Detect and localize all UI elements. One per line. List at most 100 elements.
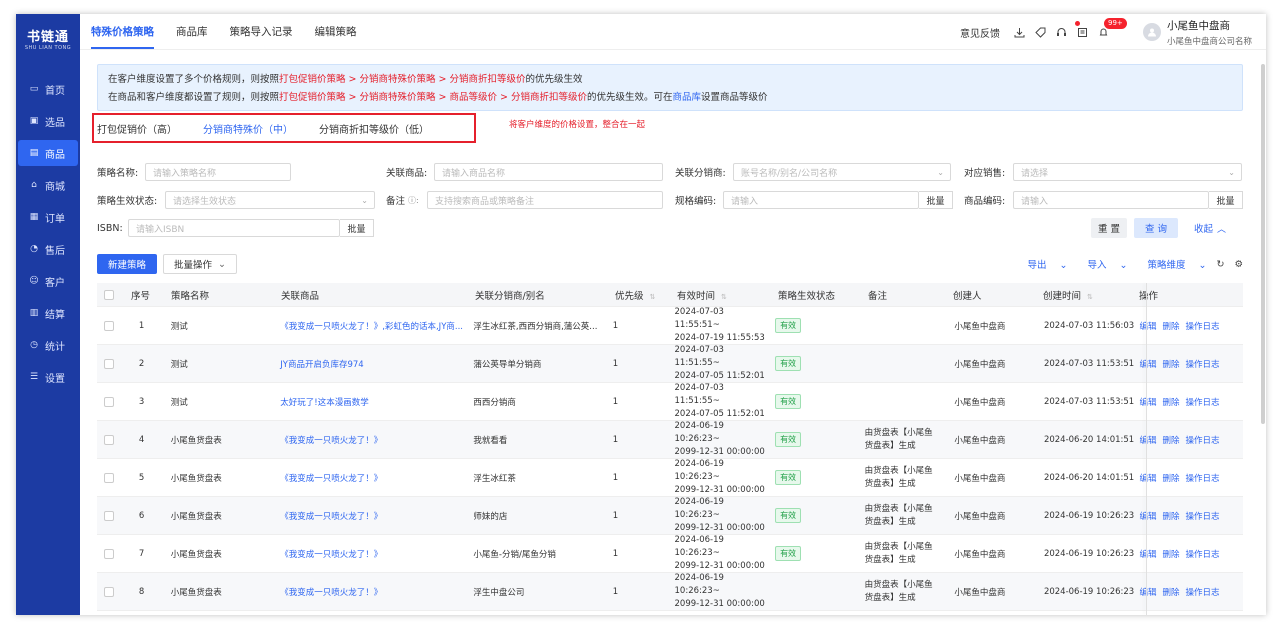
priority-mid[interactable]: 分销商特殊价（中） <box>203 121 293 136</box>
query-button[interactable]: 查 询 <box>1134 218 1178 238</box>
reset-button[interactable]: 重 置 <box>1091 218 1127 238</box>
sales-select[interactable]: 请选择 ⌄ <box>1013 163 1242 181</box>
edit-button[interactable]: 编辑 <box>1140 322 1157 332</box>
log-button[interactable]: 操作日志 <box>1186 512 1220 522</box>
sidebar-item[interactable]: ▦ 订单 <box>18 204 78 230</box>
spec-code-input[interactable]: 请输入 <box>723 191 919 209</box>
table-row[interactable]: 2 测试 JY商品开启负库存974 蒲公英导单分销商 1 2024-07-03 11:51… <box>97 345 1243 383</box>
row-checkbox[interactable] <box>104 320 114 331</box>
row-checkbox[interactable] <box>104 358 114 369</box>
tab[interactable]: 商品库 <box>176 14 208 49</box>
tab[interactable]: 策略导入记录 <box>230 14 293 49</box>
row-checkbox[interactable] <box>104 472 114 483</box>
log-button[interactable]: 操作日志 <box>1186 322 1220 332</box>
column-header-label: 有效时间 <box>677 290 716 302</box>
tag-icon[interactable] <box>1035 27 1046 38</box>
spec-batch-button[interactable]: 批量 <box>919 191 953 209</box>
sort-icon[interactable]: ⇅ <box>1087 293 1093 301</box>
sidebar-item[interactable]: ◔ 售后 <box>18 236 78 262</box>
table-row[interactable]: 5 小尾鱼货盘表 《我变成一只喷火龙了！》 浮生冰红茶 1 2024-06-19 10:2… <box>97 459 1243 497</box>
goods-library-link[interactable]: 商品库 <box>673 92 702 103</box>
table-row[interactable]: 1 测试 《我变成一只喷火龙了！》,彩虹色的话本,JY商... 浮生冰红茶,西西分销商… <box>97 307 1243 345</box>
goods-link[interactable]: 《我变成一只喷火龙了！》 <box>280 512 382 522</box>
row-checkbox[interactable] <box>104 548 114 559</box>
sidebar-item[interactable]: ⌂ 商城 <box>18 172 78 198</box>
sort-icon[interactable]: ⇅ <box>650 293 656 301</box>
user-menu[interactable]: 小尾鱼中盘商 小尾鱼中盘商公司名称 <box>1142 18 1252 47</box>
goods-link[interactable]: 太好玩了!这本漫画数学 <box>280 398 368 408</box>
delete-button[interactable]: 删除 <box>1163 360 1180 370</box>
feedback-link[interactable]: 意见反馈 <box>960 25 1000 40</box>
bell-icon[interactable]: 99+ <box>1098 17 1127 38</box>
delete-button[interactable]: 删除 <box>1163 322 1180 332</box>
refresh-icon[interactable]: ↻ <box>1217 259 1225 270</box>
isbn-batch-button[interactable]: 批量 <box>340 219 374 237</box>
delete-button[interactable]: 删除 <box>1163 588 1180 598</box>
edit-button[interactable]: 编辑 <box>1140 474 1157 484</box>
remark-input[interactable]: 支持搜索商品或策略备注 <box>427 191 664 209</box>
delete-button[interactable]: 删除 <box>1163 436 1180 446</box>
goods-link[interactable]: JY商品开启负库存974 <box>280 360 363 370</box>
goods-link[interactable]: 《我变成一只喷火龙了！》 <box>280 474 382 484</box>
strategy-name-input[interactable]: 请输入策略名称 <box>145 163 291 181</box>
goods-link[interactable]: 《我变成一只喷火龙了！》 <box>280 550 382 560</box>
delete-button[interactable]: 删除 <box>1163 398 1180 408</box>
select-all-checkbox[interactable] <box>104 289 114 300</box>
dimension-dropdown[interactable]: 策略维度 ⌄ <box>1137 257 1206 271</box>
log-button[interactable]: 操作日志 <box>1186 588 1220 598</box>
goods-input[interactable]: 请输入商品名称 <box>434 163 663 181</box>
table-row[interactable]: 7 小尾鱼货盘表 《我变成一只喷火龙了！》 小尾鱼-分销/尾鱼分销 1 2024-06-1… <box>97 535 1243 573</box>
status-select[interactable]: 请选择生效状态 ⌄ <box>165 191 375 209</box>
message-icon[interactable] <box>1074 20 1088 38</box>
row-checkbox[interactable] <box>104 510 114 521</box>
log-button[interactable]: 操作日志 <box>1186 398 1220 408</box>
table-row[interactable]: 6 小尾鱼货盘表 《我变成一只喷火龙了！》 师妹的店 1 2024-06-19 10:26… <box>97 497 1243 535</box>
isbn-input[interactable]: 请输入ISBN <box>128 219 340 237</box>
table-row[interactable]: 8 小尾鱼货盘表 《我变成一只喷火龙了！》 浮生中盘公司 1 2024-06-19 10:… <box>97 573 1243 611</box>
edit-button[interactable]: 编辑 <box>1140 436 1157 446</box>
distributor-select[interactable]: 账号名称/别名/公司名称 ⌄ <box>733 163 951 181</box>
scrollbar[interactable] <box>1261 64 1265 424</box>
sidebar-item[interactable]: ▣ 选品 <box>18 108 78 134</box>
code-batch-button[interactable]: 批量 <box>1209 191 1243 209</box>
edit-button[interactable]: 编辑 <box>1140 550 1157 560</box>
tab[interactable]: 特殊价格策略 <box>91 14 154 49</box>
sidebar-item[interactable]: ▭ 首页 <box>18 76 78 102</box>
new-strategy-button[interactable]: 新建策略 <box>97 254 157 274</box>
headset-icon[interactable] <box>1056 27 1067 38</box>
delete-button[interactable]: 删除 <box>1163 474 1180 484</box>
edit-button[interactable]: 编辑 <box>1140 398 1157 408</box>
settings-icon[interactable]: ⚙ <box>1234 259 1243 270</box>
tab[interactable]: 编辑策略 <box>315 14 357 49</box>
sidebar-item[interactable]: ☰ 设置 <box>18 364 78 390</box>
edit-button[interactable]: 编辑 <box>1140 360 1157 370</box>
log-button[interactable]: 操作日志 <box>1186 360 1220 370</box>
delete-button[interactable]: 删除 <box>1163 550 1180 560</box>
sort-icon[interactable]: ⇅ <box>721 293 727 301</box>
goods-code-input[interactable]: 请输入 <box>1013 191 1209 209</box>
table-row[interactable]: 3 测试 太好玩了!这本漫画数学 西西分销商 1 2024-07-03 11:51:55~… <box>97 383 1243 421</box>
goods-link[interactable]: 《我变成一只喷火龙了！》 <box>280 588 382 598</box>
sidebar-item[interactable]: ◷ 统计 <box>18 332 78 358</box>
export-dropdown[interactable]: 导出 ⌄ <box>1017 257 1067 271</box>
log-button[interactable]: 操作日志 <box>1186 474 1220 484</box>
table-row[interactable]: 4 小尾鱼货盘表 《我变成一只喷火龙了！》 我就看看 1 2024-06-19 10:26… <box>97 421 1243 459</box>
help-icon[interactable]: ⓘ: <box>405 195 427 206</box>
sidebar-item[interactable]: ☺ 客户 <box>18 268 78 294</box>
log-button[interactable]: 操作日志 <box>1186 436 1220 446</box>
goods-link[interactable]: 《我变成一只喷火龙了！》,彩虹色的话本,JY商... <box>280 322 463 332</box>
collapse-button[interactable]: 收起 ︿ <box>1194 218 1226 238</box>
batch-ops-button[interactable]: 批量操作 ⌄ <box>163 254 237 274</box>
log-button[interactable]: 操作日志 <box>1186 550 1220 560</box>
import-dropdown[interactable]: 导入 ⌄ <box>1077 257 1127 271</box>
row-checkbox[interactable] <box>104 396 114 407</box>
sidebar-item[interactable]: ▤ 商品 <box>18 140 78 166</box>
edit-button[interactable]: 编辑 <box>1140 512 1157 522</box>
delete-button[interactable]: 删除 <box>1163 512 1180 522</box>
download-icon[interactable] <box>1014 27 1025 38</box>
goods-link[interactable]: 《我变成一只喷火龙了！》 <box>280 436 382 446</box>
row-checkbox[interactable] <box>104 586 114 597</box>
row-checkbox[interactable] <box>104 434 114 445</box>
sidebar-item[interactable]: ▥ 结算 <box>18 300 78 326</box>
edit-button[interactable]: 编辑 <box>1140 588 1157 598</box>
